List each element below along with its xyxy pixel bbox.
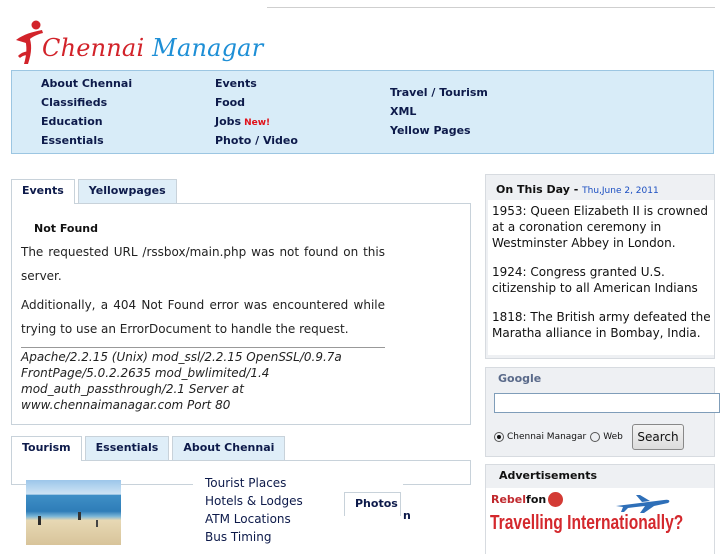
nav-item-jobs-label: Jobs bbox=[215, 115, 242, 128]
search-button[interactable]: Search bbox=[632, 424, 684, 450]
logo-text-part2: Managar bbox=[152, 34, 264, 62]
rebelfon-brand-part2: fon bbox=[526, 493, 547, 506]
tab-about-chennai[interactable]: About Chennai bbox=[172, 436, 286, 460]
tab-events[interactable]: Events bbox=[11, 179, 75, 204]
tourism-tab-bar: Tourism Essentials About Chennai bbox=[11, 436, 288, 461]
airplane-icon bbox=[616, 495, 670, 513]
tab-essentials[interactable]: Essentials bbox=[84, 436, 170, 460]
error-divider bbox=[21, 347, 385, 348]
nav-item-travel-tourism[interactable]: Travel / Tourism bbox=[390, 86, 488, 105]
nav-column-2: Events Food Jobs New! Photo / Video bbox=[215, 77, 298, 153]
radio-chennai-managar[interactable] bbox=[494, 432, 504, 442]
error-message: The requested URL /rssbox/main.php was n… bbox=[21, 245, 385, 283]
menu-item-bus-timing[interactable]: Bus Timing bbox=[205, 530, 271, 544]
logo-figure-icon bbox=[16, 20, 43, 64]
beach-person-3 bbox=[96, 520, 98, 527]
on-this-day-header: On This Day - Thu,June 2, 2011 bbox=[496, 183, 659, 196]
on-this-day-title: On This Day bbox=[496, 183, 570, 196]
radio-chennai-managar-label: Chennai Managar bbox=[507, 432, 587, 442]
nav-item-classifieds[interactable]: Classifieds bbox=[41, 96, 132, 115]
nav-column-1: About Chennai Classifieds Education Esse… bbox=[41, 77, 132, 153]
logo-text: Chennai Managar bbox=[42, 36, 263, 66]
error-title: Not Found bbox=[34, 222, 99, 235]
logo-text-part1: Chennai bbox=[42, 34, 145, 62]
ad-headline: Travelling Internationally? bbox=[490, 512, 684, 534]
phone-icon bbox=[548, 492, 564, 507]
events-tab-bar: Events Yellowpages bbox=[11, 179, 180, 204]
history-entry: 1924: Congress granted U.S. citizenship … bbox=[492, 265, 698, 295]
nav-item-xml[interactable]: XML bbox=[390, 105, 488, 124]
nav-item-jobs[interactable]: Jobs New! bbox=[215, 115, 298, 134]
events-panel: Not Found The requested URL /rssbox/main… bbox=[11, 203, 471, 425]
tab-tourism[interactable]: Tourism bbox=[11, 436, 82, 461]
ad-banner[interactable]: Rebel fon Travelling Internationally? bbox=[486, 488, 714, 558]
rebelfon-logo: Rebel fon bbox=[491, 492, 564, 507]
on-this-day-content: 1953: Queen Elizabeth II is crowned at a… bbox=[488, 200, 714, 355]
advertisements-title: Advertisements bbox=[499, 469, 598, 482]
nav-item-events[interactable]: Events bbox=[215, 77, 298, 96]
tab-yellowpages[interactable]: Yellowpages bbox=[77, 179, 177, 203]
radio-web[interactable] bbox=[590, 432, 601, 442]
beach-photo[interactable] bbox=[26, 480, 121, 545]
rebelfon-brand-part1: Rebel bbox=[491, 493, 527, 506]
nav-item-yellow-pages[interactable]: Yellow Pages bbox=[390, 124, 488, 143]
radio-web-label: Web bbox=[603, 432, 623, 442]
history-entry: 1953: Queen Elizabeth II is crowned at a… bbox=[492, 204, 708, 250]
beach-person-2 bbox=[78, 512, 81, 520]
advertisements-box: Advertisements Rebel fon Travelling Inter… bbox=[485, 464, 715, 558]
beach-person-1 bbox=[38, 516, 41, 525]
main-nav: About Chennai Classifieds Education Esse… bbox=[11, 70, 714, 154]
search-input[interactable] bbox=[494, 393, 720, 413]
google-logo: Google bbox=[498, 372, 542, 385]
google-search-box: Google Chennai Managar Web Search bbox=[485, 367, 720, 457]
error-detail: Additionally, a 404 Not Found error was … bbox=[21, 298, 385, 336]
tab-photos[interactable]: Photos bbox=[344, 492, 401, 516]
on-this-day-box: On This Day - Thu,June 2, 2011 1953: Que… bbox=[485, 174, 715, 359]
nav-item-about-chennai[interactable]: About Chennai bbox=[41, 77, 132, 96]
nav-item-essentials[interactable]: Essentials bbox=[41, 134, 132, 153]
server-address: Apache/2.2.15 (Unix) mod_ssl/2.2.15 Open… bbox=[21, 350, 342, 412]
history-entry: 1818: The British army defeated the Mara… bbox=[492, 310, 711, 340]
on-this-day-separator: - bbox=[569, 183, 583, 196]
menu-item-atm-locations[interactable]: ATM Locations bbox=[205, 512, 291, 526]
tourism-menu: Tourist Places Hotels & Lodges ATM Locat… bbox=[193, 470, 403, 545]
nav-item-food[interactable]: Food bbox=[215, 96, 298, 115]
new-badge: New! bbox=[244, 118, 271, 128]
on-this-day-date: Thu,June 2, 2011 bbox=[582, 186, 659, 196]
overflow-text: n bbox=[403, 509, 411, 522]
menu-item-hotels-lodges[interactable]: Hotels & Lodges bbox=[205, 494, 303, 508]
nav-item-photo-video[interactable]: Photo / Video bbox=[215, 134, 298, 153]
menu-item-tourist-places[interactable]: Tourist Places bbox=[205, 476, 286, 490]
search-scope-options: Chennai Managar Web bbox=[494, 432, 623, 442]
nav-item-education[interactable]: Education bbox=[41, 115, 132, 134]
site-logo[interactable]: Chennai Managar bbox=[12, 18, 263, 66]
nav-column-3: Travel / Tourism XML Yellow Pages bbox=[390, 86, 488, 143]
top-divider bbox=[267, 7, 715, 8]
